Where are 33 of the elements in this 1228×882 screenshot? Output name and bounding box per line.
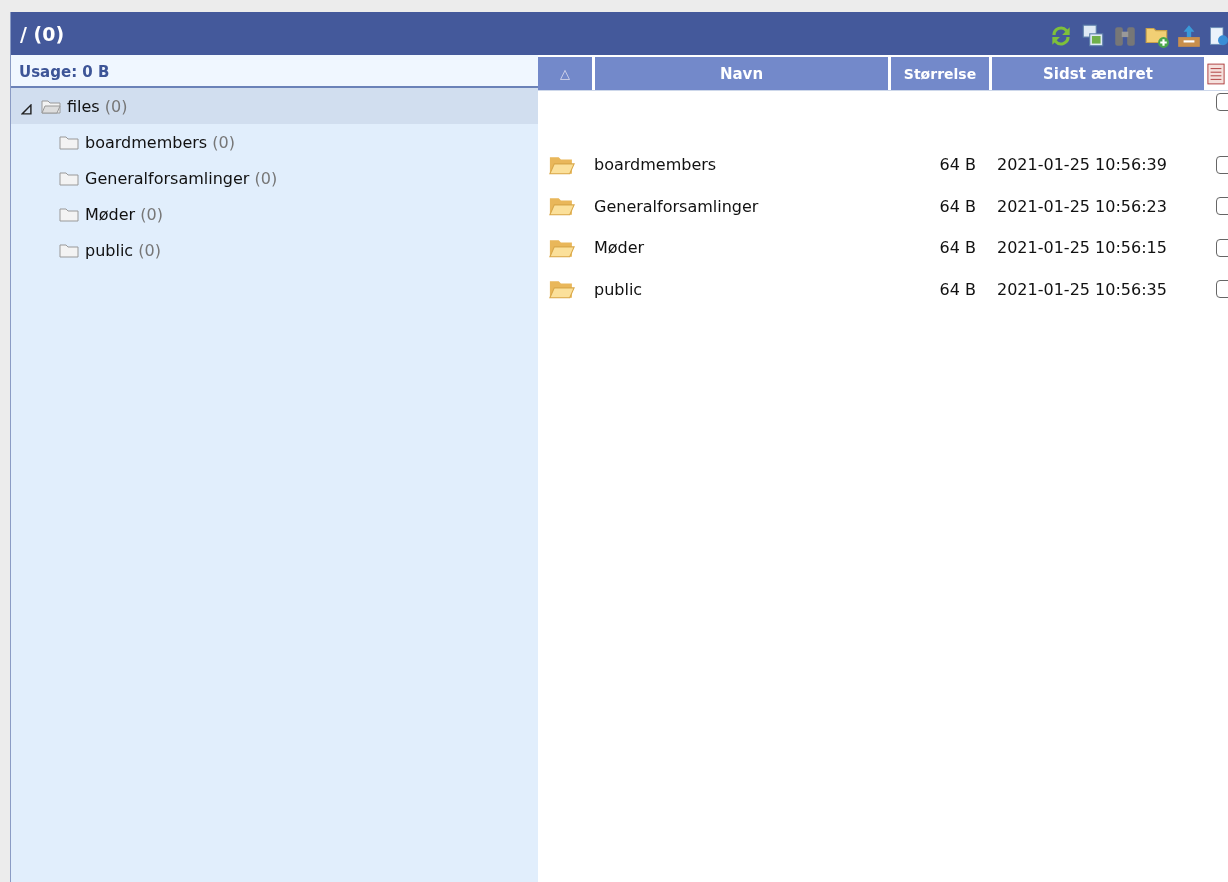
row-checkbox[interactable] (1216, 197, 1228, 216)
folder-icon (548, 278, 576, 301)
modified-date: 2021-01-25 10:56:39 (997, 155, 1168, 175)
tree-item[interactable]: public (0) (11, 232, 538, 268)
tree-item[interactable]: files (0) (11, 88, 538, 124)
modified-date: 2021-01-25 10:56:15 (997, 238, 1168, 258)
file-size: 64 B (938, 279, 976, 299)
row-checkbox[interactable] (1216, 238, 1228, 257)
window-title: / (0) (20, 22, 65, 45)
file-size: 64 B (938, 196, 976, 216)
tree-item[interactable]: boardmembers (0) (11, 124, 538, 160)
tree-item[interactable]: Møder (0) (11, 196, 538, 232)
file-name[interactable]: public (594, 279, 894, 299)
row-checkbox[interactable] (1216, 280, 1228, 299)
row-checkbox[interactable] (1216, 155, 1228, 174)
folder-icon (59, 242, 79, 258)
file-size: 64 B (938, 238, 976, 258)
file-name[interactable]: boardmembers (594, 155, 894, 175)
usage-label: Usage: 0 B (11, 55, 538, 88)
folder-icon (59, 170, 79, 186)
folder-icon (548, 195, 576, 218)
file-size: 64 B (938, 155, 976, 175)
tree-item[interactable]: Generalforsamlinger (0) (11, 160, 538, 196)
modified-date: 2021-01-25 10:56:35 (997, 279, 1168, 299)
expand-icon[interactable] (21, 103, 32, 115)
list-icon[interactable] (1207, 61, 1225, 86)
modified-date: 2021-01-25 10:56:23 (997, 196, 1168, 216)
file-name[interactable]: Møder (594, 238, 894, 258)
file-name[interactable]: Generalforsamlinger (594, 196, 894, 216)
folder-icon (59, 134, 79, 150)
folder-icon (41, 98, 61, 114)
folder-icon (59, 206, 79, 222)
images-icon[interactable] (1080, 22, 1106, 49)
